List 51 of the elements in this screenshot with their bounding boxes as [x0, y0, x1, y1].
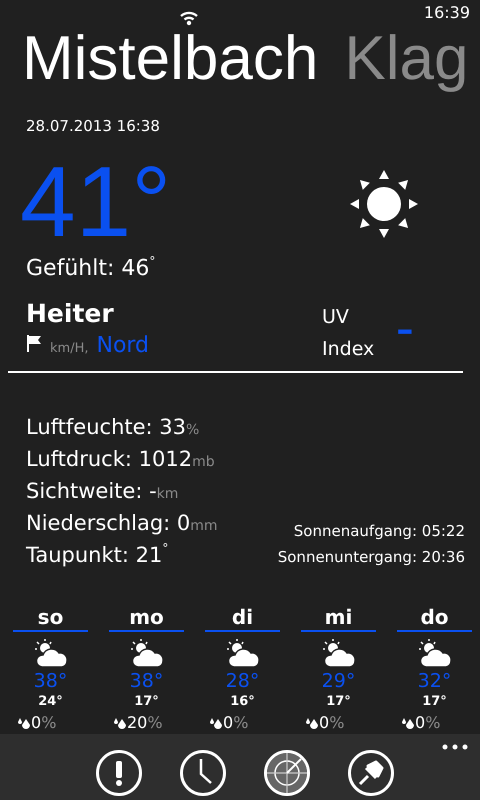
detail-text: Niederschlag: 0mm — [26, 510, 219, 537]
forecast-day: mo — [109, 604, 184, 632]
forecast-day: do — [397, 604, 472, 632]
raindrop-icon — [305, 716, 319, 729]
detail-text: Sichtweite: -km — [26, 478, 180, 505]
precip-text: 0% — [223, 712, 248, 734]
raindrop-icon — [17, 716, 31, 729]
uv-value: – — [396, 312, 414, 352]
forecast-day: di — [205, 604, 280, 632]
flag-icon — [26, 334, 42, 352]
sun-time-text: Sonnenuntergang: 20:36 — [278, 546, 465, 568]
cloud-sun-icon — [418, 638, 452, 668]
precip-text: 20% — [127, 712, 163, 734]
pivot-header[interactable]: Klag — [344, 23, 468, 96]
condition-text: Heiter — [26, 298, 115, 329]
high-temp: 38° — [34, 670, 68, 692]
forecast-day: mi — [301, 604, 376, 632]
sun-icon — [348, 168, 420, 240]
low-temp: 24° — [38, 692, 63, 711]
high-temp: 32° — [418, 670, 452, 692]
raindrop-icon — [401, 716, 415, 729]
date-time: 28.07.2013 16:38 — [25, 116, 161, 138]
low-temp: 17° — [422, 692, 447, 711]
precip-text: 0% — [31, 712, 56, 734]
wind-unit: km/H, — [50, 340, 88, 358]
low-temp: 17° — [326, 692, 351, 711]
raindrop-icon — [113, 716, 127, 729]
high-temp: 38° — [130, 670, 164, 692]
precip-text: 0% — [415, 712, 440, 734]
pivot-header[interactable]: Mistelbach — [22, 23, 318, 96]
cloud-sun-icon — [34, 638, 68, 668]
more-icon[interactable] — [442, 744, 468, 750]
detail-text: Taupunkt: 21$^{°}$ — [26, 540, 170, 569]
cloud-sun-icon — [130, 638, 164, 668]
low-temp: 16° — [230, 692, 255, 711]
status-time: 16:39 — [424, 2, 470, 24]
cloud-sun-icon — [322, 638, 356, 668]
forecast-day: so — [13, 604, 88, 632]
uv-label: Index — [322, 336, 374, 362]
uv-label: UV — [322, 304, 350, 330]
raindrop-icon — [209, 716, 223, 729]
cloud-sun-icon — [226, 638, 260, 668]
detail-text: Luftdruck: 1012 mb — [26, 446, 216, 473]
low-temp: 17° — [134, 692, 159, 711]
wind-direction: Nord — [96, 332, 150, 360]
high-temp: 28° — [226, 670, 260, 692]
precip-text: 0% — [319, 712, 344, 734]
high-temp: 29° — [322, 670, 356, 692]
sun-time-text: Sonnenaufgang: 05:22 — [292, 520, 465, 542]
feels-like-text: Gefühlt: 46$^{°}$ — [26, 256, 156, 281]
detail-text: Luftfeuchte: 33% — [26, 414, 200, 441]
